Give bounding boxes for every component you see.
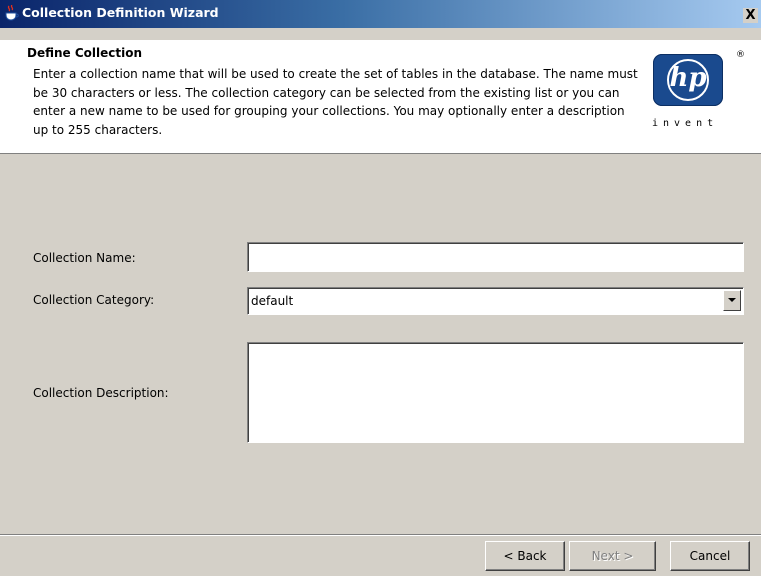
header-panel: Define Collection Enter a collection nam…: [0, 40, 761, 154]
close-icon: X: [745, 8, 756, 23]
page-description: Enter a collection name that will be use…: [33, 67, 638, 137]
collection-description-textarea[interactable]: [247, 342, 744, 443]
dropdown-arrow-icon[interactable]: [723, 290, 741, 311]
collection-name-label: Collection Name:: [33, 251, 136, 265]
hp-logo: hp: [653, 54, 723, 106]
collection-category-value: default: [251, 294, 294, 308]
logo-letters: hp: [669, 63, 707, 93]
java-coffee-cup-icon: [5, 5, 19, 21]
page-title: Define Collection: [27, 46, 143, 60]
next-button[interactable]: Next >: [569, 541, 656, 571]
close-button[interactable]: X: [743, 8, 758, 23]
collection-category-select[interactable]: default: [247, 287, 744, 315]
collection-category-label: Collection Category:: [33, 293, 155, 307]
collection-name-input[interactable]: [247, 242, 744, 272]
cancel-button[interactable]: Cancel: [670, 541, 750, 571]
window-title: Collection Definition Wizard: [22, 5, 219, 20]
collection-description-label: Collection Description:: [33, 386, 169, 400]
registered-mark: ®: [736, 50, 745, 60]
back-button[interactable]: < Back: [485, 541, 565, 571]
title-bar[interactable]: Collection Definition Wizard X: [0, 0, 761, 28]
button-divider: [0, 534, 761, 536]
logo-tagline: invent: [652, 118, 719, 129]
